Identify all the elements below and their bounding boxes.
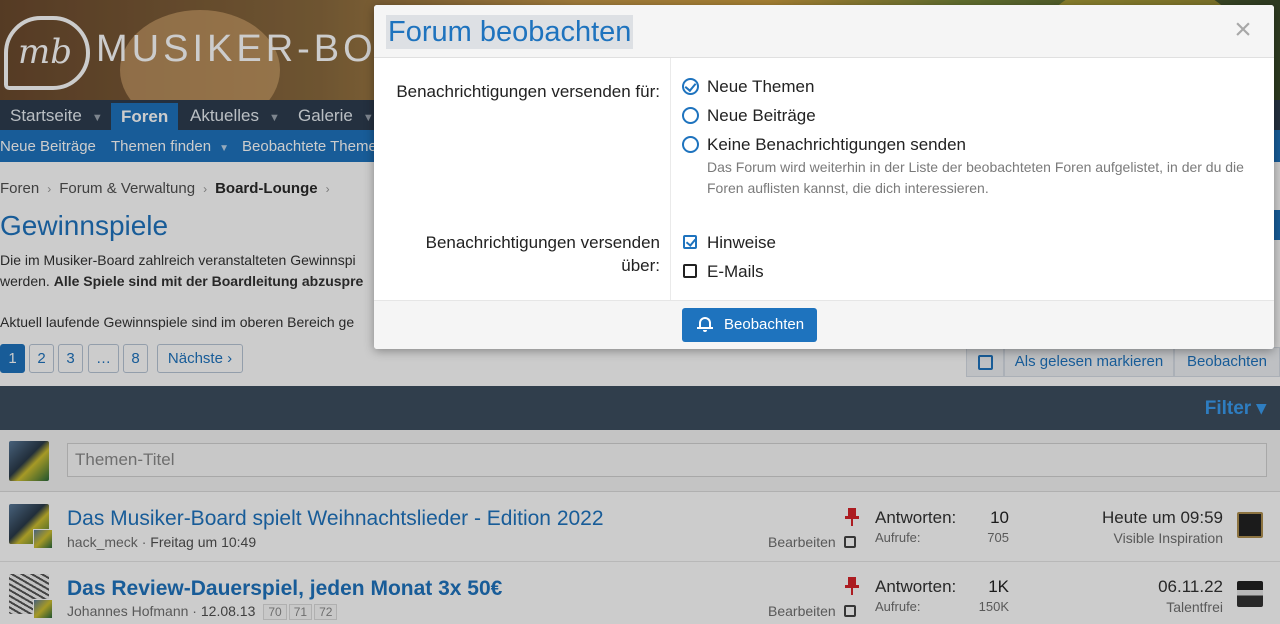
option-label[interactable]: Neue Beiträge	[707, 106, 816, 126]
watch-submit-button[interactable]: Beobachten	[682, 308, 817, 342]
dialog-title: Forum beobachten	[386, 15, 634, 49]
dialog-header: Forum beobachten ×	[374, 5, 1274, 58]
checkbox-alerts[interactable]	[683, 235, 697, 249]
send-via-label: Benachrichtigungen versenden	[425, 233, 660, 252]
radio-new-threads[interactable]	[682, 78, 699, 95]
dialog-footer: Beobachten	[374, 300, 1274, 349]
bell-icon	[697, 317, 713, 332]
send-for-label: Benachrichtigungen versenden für:	[396, 82, 660, 101]
watch-forum-dialog: Forum beobachten × Benachrichtigungen ve…	[374, 5, 1274, 349]
close-icon[interactable]: ×	[1230, 15, 1256, 45]
option-label[interactable]: Neue Themen	[707, 77, 814, 97]
checkbox-emails[interactable]	[683, 264, 697, 278]
send-via-label: über:	[621, 256, 660, 275]
option-label[interactable]: E-Mails	[707, 262, 764, 282]
radio-no-notifications[interactable]	[682, 136, 699, 153]
option-label[interactable]: Hinweise	[707, 233, 776, 253]
radio-new-posts[interactable]	[682, 107, 699, 124]
option-hint: Das Forum wird weiterhin in der Liste de…	[707, 159, 1244, 196]
option-label[interactable]: Keine Benachrichtigungen senden	[707, 135, 966, 155]
divider	[670, 58, 671, 300]
